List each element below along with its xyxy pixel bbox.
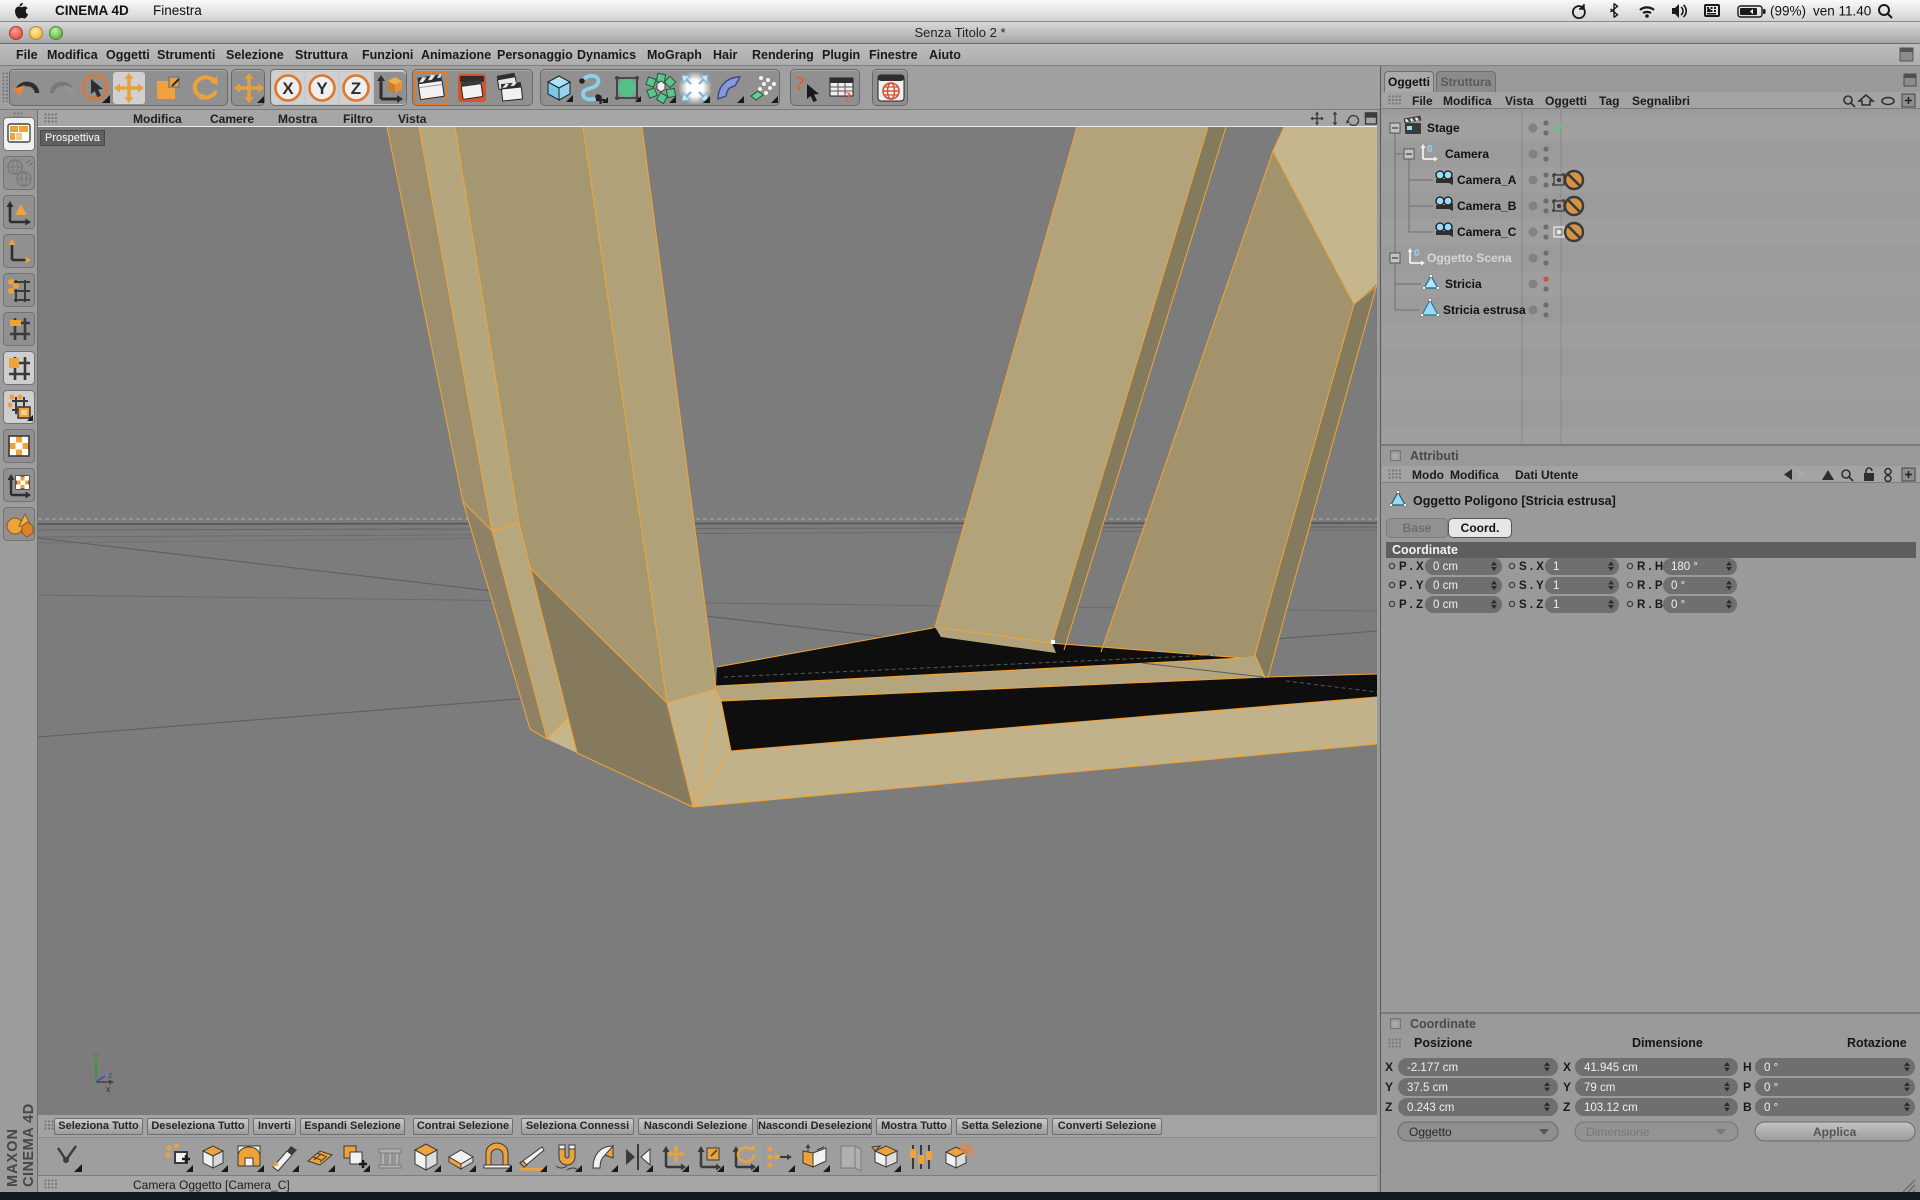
svg-text:R . B: R . B [1637, 599, 1663, 611]
svg-text:X: X [1563, 1060, 1571, 1074]
svg-text:z: z [108, 1070, 113, 1080]
svg-text:B: B [1743, 1100, 1752, 1114]
svg-text:S . X: S . X [1519, 561, 1544, 573]
svg-text:S . Z: S . Z [1519, 599, 1543, 611]
svg-text:Camera_A: Camera_A [1457, 173, 1517, 187]
svg-text:0 °: 0 ° [1671, 580, 1685, 592]
svg-text:?: ? [795, 73, 805, 95]
svg-text:S . Y: S . Y [1519, 580, 1544, 592]
svg-text:?: ? [844, 90, 852, 104]
svg-text:P . Z: P . Z [1399, 599, 1423, 611]
svg-text:180 °: 180 ° [1671, 561, 1698, 573]
svg-text:x: x [106, 1084, 111, 1094]
svg-text:Y: Y [316, 79, 328, 98]
svg-text:X: X [1385, 1060, 1393, 1074]
svg-text:0 °: 0 ° [1764, 1062, 1778, 1074]
svg-text:(99%): (99%) [1770, 4, 1806, 19]
svg-text:41.945 cm: 41.945 cm [1584, 1062, 1638, 1074]
svg-text:Applica: Applica [1813, 1125, 1857, 1139]
svg-text:Stage: Stage [1427, 121, 1460, 135]
svg-text:79 cm: 79 cm [1584, 1082, 1615, 1094]
svg-text:P . X: P . X [1399, 561, 1424, 573]
svg-text:Y: Y [1563, 1080, 1571, 1094]
svg-text:0: 0 [1414, 248, 1420, 259]
svg-text:0 °: 0 ° [1671, 599, 1685, 611]
svg-text:R . H: R . H [1637, 561, 1663, 573]
svg-text:Z: Z [351, 79, 361, 98]
svg-text:Y: Y [93, 1052, 99, 1062]
svg-text:0 cm: 0 cm [1433, 599, 1458, 611]
svg-text:Z: Z [1385, 1100, 1392, 1114]
svg-text:Stricia estrusa: Stricia estrusa [1443, 303, 1526, 317]
svg-text:P . Y: P . Y [1399, 580, 1424, 592]
svg-text:X: X [282, 79, 294, 98]
svg-text:CINEMA 4D: CINEMA 4D [21, 1103, 37, 1187]
svg-text:0.243 cm: 0.243 cm [1407, 1102, 1454, 1114]
svg-text:0: 0 [1427, 144, 1433, 155]
svg-text:Stricia: Stricia [1445, 277, 1482, 291]
svg-text:Oggetto: Oggetto [1409, 1125, 1452, 1139]
svg-text:103.12 cm: 103.12 cm [1584, 1102, 1638, 1114]
svg-text:Y: Y [1385, 1080, 1393, 1094]
svg-text:Camera_B: Camera_B [1457, 199, 1517, 213]
svg-text:1: 1 [1553, 580, 1559, 592]
svg-text:1: 1 [1553, 561, 1559, 573]
svg-text:0 cm: 0 cm [1433, 561, 1458, 573]
svg-text:Dimensione: Dimensione [1586, 1125, 1650, 1139]
svg-text:-2.177 cm: -2.177 cm [1407, 1062, 1458, 1074]
svg-text:Oggetto Scena: Oggetto Scena [1427, 251, 1512, 265]
svg-text:Z: Z [1563, 1100, 1570, 1114]
svg-text:1: 1 [1553, 599, 1559, 611]
svg-text:Camera: Camera [1445, 147, 1489, 161]
svg-text:0 °: 0 ° [1764, 1102, 1778, 1114]
svg-text:37.5 cm: 37.5 cm [1407, 1082, 1448, 1094]
svg-text:ven 11.40: ven 11.40 [1813, 4, 1871, 19]
svg-text:MAXON: MAXON [5, 1128, 21, 1187]
svg-text:Camera_C: Camera_C [1457, 225, 1517, 239]
svg-text:R . P: R . P [1637, 580, 1663, 592]
svg-text:0 cm: 0 cm [1433, 580, 1458, 592]
svg-text:P: P [1743, 1080, 1751, 1094]
svg-text:0 °: 0 ° [1764, 1082, 1778, 1094]
svg-text:H: H [1743, 1060, 1752, 1074]
